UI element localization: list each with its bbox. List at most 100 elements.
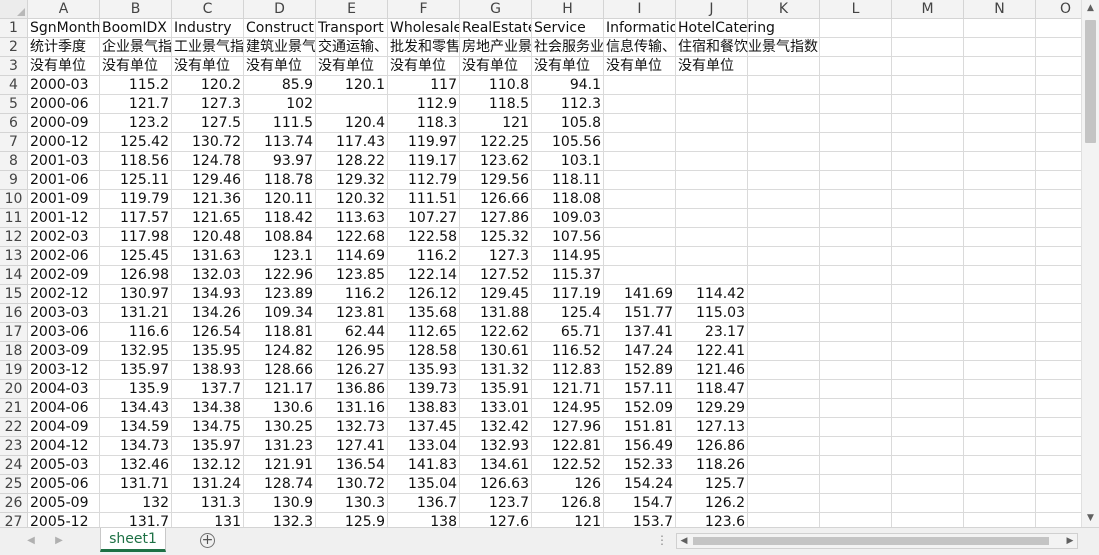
cell-e8[interactable]: 128.22 xyxy=(316,152,388,171)
cell-c23[interactable]: 135.97 xyxy=(172,437,244,456)
cell-i16[interactable]: 151.77 xyxy=(604,304,676,323)
cell-h6[interactable]: 105.8 xyxy=(532,114,604,133)
cell-g11[interactable]: 127.86 xyxy=(460,209,532,228)
cell-k3[interactable] xyxy=(748,57,820,76)
cell-n4[interactable] xyxy=(964,76,1036,95)
cell-b4[interactable]: 115.2 xyxy=(100,76,172,95)
cell-m1[interactable] xyxy=(892,19,964,38)
cell-o12[interactable] xyxy=(1036,228,1081,247)
cell-b3[interactable]: 没有单位 xyxy=(100,57,172,76)
cell-c27[interactable]: 131 xyxy=(172,513,244,527)
select-all-corner[interactable] xyxy=(0,0,28,19)
cell-j12[interactable] xyxy=(676,228,748,247)
cell-e19[interactable]: 126.27 xyxy=(316,361,388,380)
cell-n15[interactable] xyxy=(964,285,1036,304)
cell-f20[interactable]: 139.73 xyxy=(388,380,460,399)
cell-o17[interactable] xyxy=(1036,323,1081,342)
cell-b8[interactable]: 118.56 xyxy=(100,152,172,171)
cell-d19[interactable]: 128.66 xyxy=(244,361,316,380)
cell-h4[interactable]: 94.1 xyxy=(532,76,604,95)
cell-n5[interactable] xyxy=(964,95,1036,114)
cell-k15[interactable] xyxy=(748,285,820,304)
row-header-6[interactable]: 6 xyxy=(0,114,28,133)
cell-d10[interactable]: 120.11 xyxy=(244,190,316,209)
cell-f22[interactable]: 137.45 xyxy=(388,418,460,437)
cell-c14[interactable]: 132.03 xyxy=(172,266,244,285)
cell-a10[interactable]: 2001-09 xyxy=(28,190,100,209)
row-header-9[interactable]: 9 xyxy=(0,171,28,190)
row-header-3[interactable]: 3 xyxy=(0,57,28,76)
cell-j19[interactable]: 121.46 xyxy=(676,361,748,380)
cell-n18[interactable] xyxy=(964,342,1036,361)
cell-k16[interactable] xyxy=(748,304,820,323)
cell-k10[interactable] xyxy=(748,190,820,209)
cell-j2[interactable]: 住宿和餐饮业景气指数 xyxy=(676,38,818,57)
cell-k4[interactable] xyxy=(748,76,820,95)
cell-k22[interactable] xyxy=(748,418,820,437)
cell-g15[interactable]: 129.45 xyxy=(460,285,532,304)
cell-a5[interactable]: 2000-06 xyxy=(28,95,100,114)
cell-e22[interactable]: 132.73 xyxy=(316,418,388,437)
row-header-20[interactable]: 20 xyxy=(0,380,28,399)
cell-d27[interactable]: 132.3 xyxy=(244,513,316,527)
cell-h18[interactable]: 116.52 xyxy=(532,342,604,361)
cell-h3[interactable]: 没有单位 xyxy=(532,57,604,76)
cell-c25[interactable]: 131.24 xyxy=(172,475,244,494)
cell-h5[interactable]: 112.3 xyxy=(532,95,604,114)
cell-m20[interactable] xyxy=(892,380,964,399)
cell-e12[interactable]: 122.68 xyxy=(316,228,388,247)
cell-o19[interactable] xyxy=(1036,361,1081,380)
cell-k24[interactable] xyxy=(748,456,820,475)
cell-i20[interactable]: 157.11 xyxy=(604,380,676,399)
cell-a2[interactable]: 统计季度 xyxy=(28,38,100,57)
cell-g9[interactable]: 129.56 xyxy=(460,171,532,190)
cell-n24[interactable] xyxy=(964,456,1036,475)
cell-j3[interactable]: 没有单位 xyxy=(676,57,748,76)
cell-h8[interactable]: 103.1 xyxy=(532,152,604,171)
cell-m26[interactable] xyxy=(892,494,964,513)
cell-l14[interactable] xyxy=(820,266,892,285)
cell-k17[interactable] xyxy=(748,323,820,342)
cell-l25[interactable] xyxy=(820,475,892,494)
cell-n26[interactable] xyxy=(964,494,1036,513)
cell-f11[interactable]: 107.27 xyxy=(388,209,460,228)
cell-l19[interactable] xyxy=(820,361,892,380)
cell-o14[interactable] xyxy=(1036,266,1081,285)
cell-f9[interactable]: 112.79 xyxy=(388,171,460,190)
cell-o18[interactable] xyxy=(1036,342,1081,361)
cell-e13[interactable]: 114.69 xyxy=(316,247,388,266)
cell-c12[interactable]: 120.48 xyxy=(172,228,244,247)
next-sheet-icon[interactable]: ▶ xyxy=(52,534,66,548)
prev-sheet-icon[interactable]: ◀ xyxy=(24,534,38,548)
cell-o23[interactable] xyxy=(1036,437,1081,456)
column-header-j[interactable]: J xyxy=(676,0,748,19)
cell-f24[interactable]: 141.83 xyxy=(388,456,460,475)
cell-i8[interactable] xyxy=(604,152,676,171)
row-header-2[interactable]: 2 xyxy=(0,38,28,57)
cell-k13[interactable] xyxy=(748,247,820,266)
cell-j10[interactable] xyxy=(676,190,748,209)
cell-e21[interactable]: 131.16 xyxy=(316,399,388,418)
cell-h17[interactable]: 65.71 xyxy=(532,323,604,342)
cell-g6[interactable]: 121 xyxy=(460,114,532,133)
cell-j13[interactable] xyxy=(676,247,748,266)
cell-h16[interactable]: 125.4 xyxy=(532,304,604,323)
cell-m25[interactable] xyxy=(892,475,964,494)
column-header-b[interactable]: B xyxy=(100,0,172,19)
cell-a8[interactable]: 2001-03 xyxy=(28,152,100,171)
cell-i19[interactable]: 152.89 xyxy=(604,361,676,380)
row-header-4[interactable]: 4 xyxy=(0,76,28,95)
cell-a27[interactable]: 2005-12 xyxy=(28,513,100,527)
cell-k25[interactable] xyxy=(748,475,820,494)
cell-k5[interactable] xyxy=(748,95,820,114)
cell-o15[interactable] xyxy=(1036,285,1081,304)
cell-j6[interactable] xyxy=(676,114,748,133)
cell-o2[interactable] xyxy=(1036,38,1081,57)
cell-l5[interactable] xyxy=(820,95,892,114)
cell-d21[interactable]: 130.6 xyxy=(244,399,316,418)
row-header-18[interactable]: 18 xyxy=(0,342,28,361)
cell-m8[interactable] xyxy=(892,152,964,171)
cell-g22[interactable]: 132.42 xyxy=(460,418,532,437)
cell-n22[interactable] xyxy=(964,418,1036,437)
cell-a6[interactable]: 2000-09 xyxy=(28,114,100,133)
